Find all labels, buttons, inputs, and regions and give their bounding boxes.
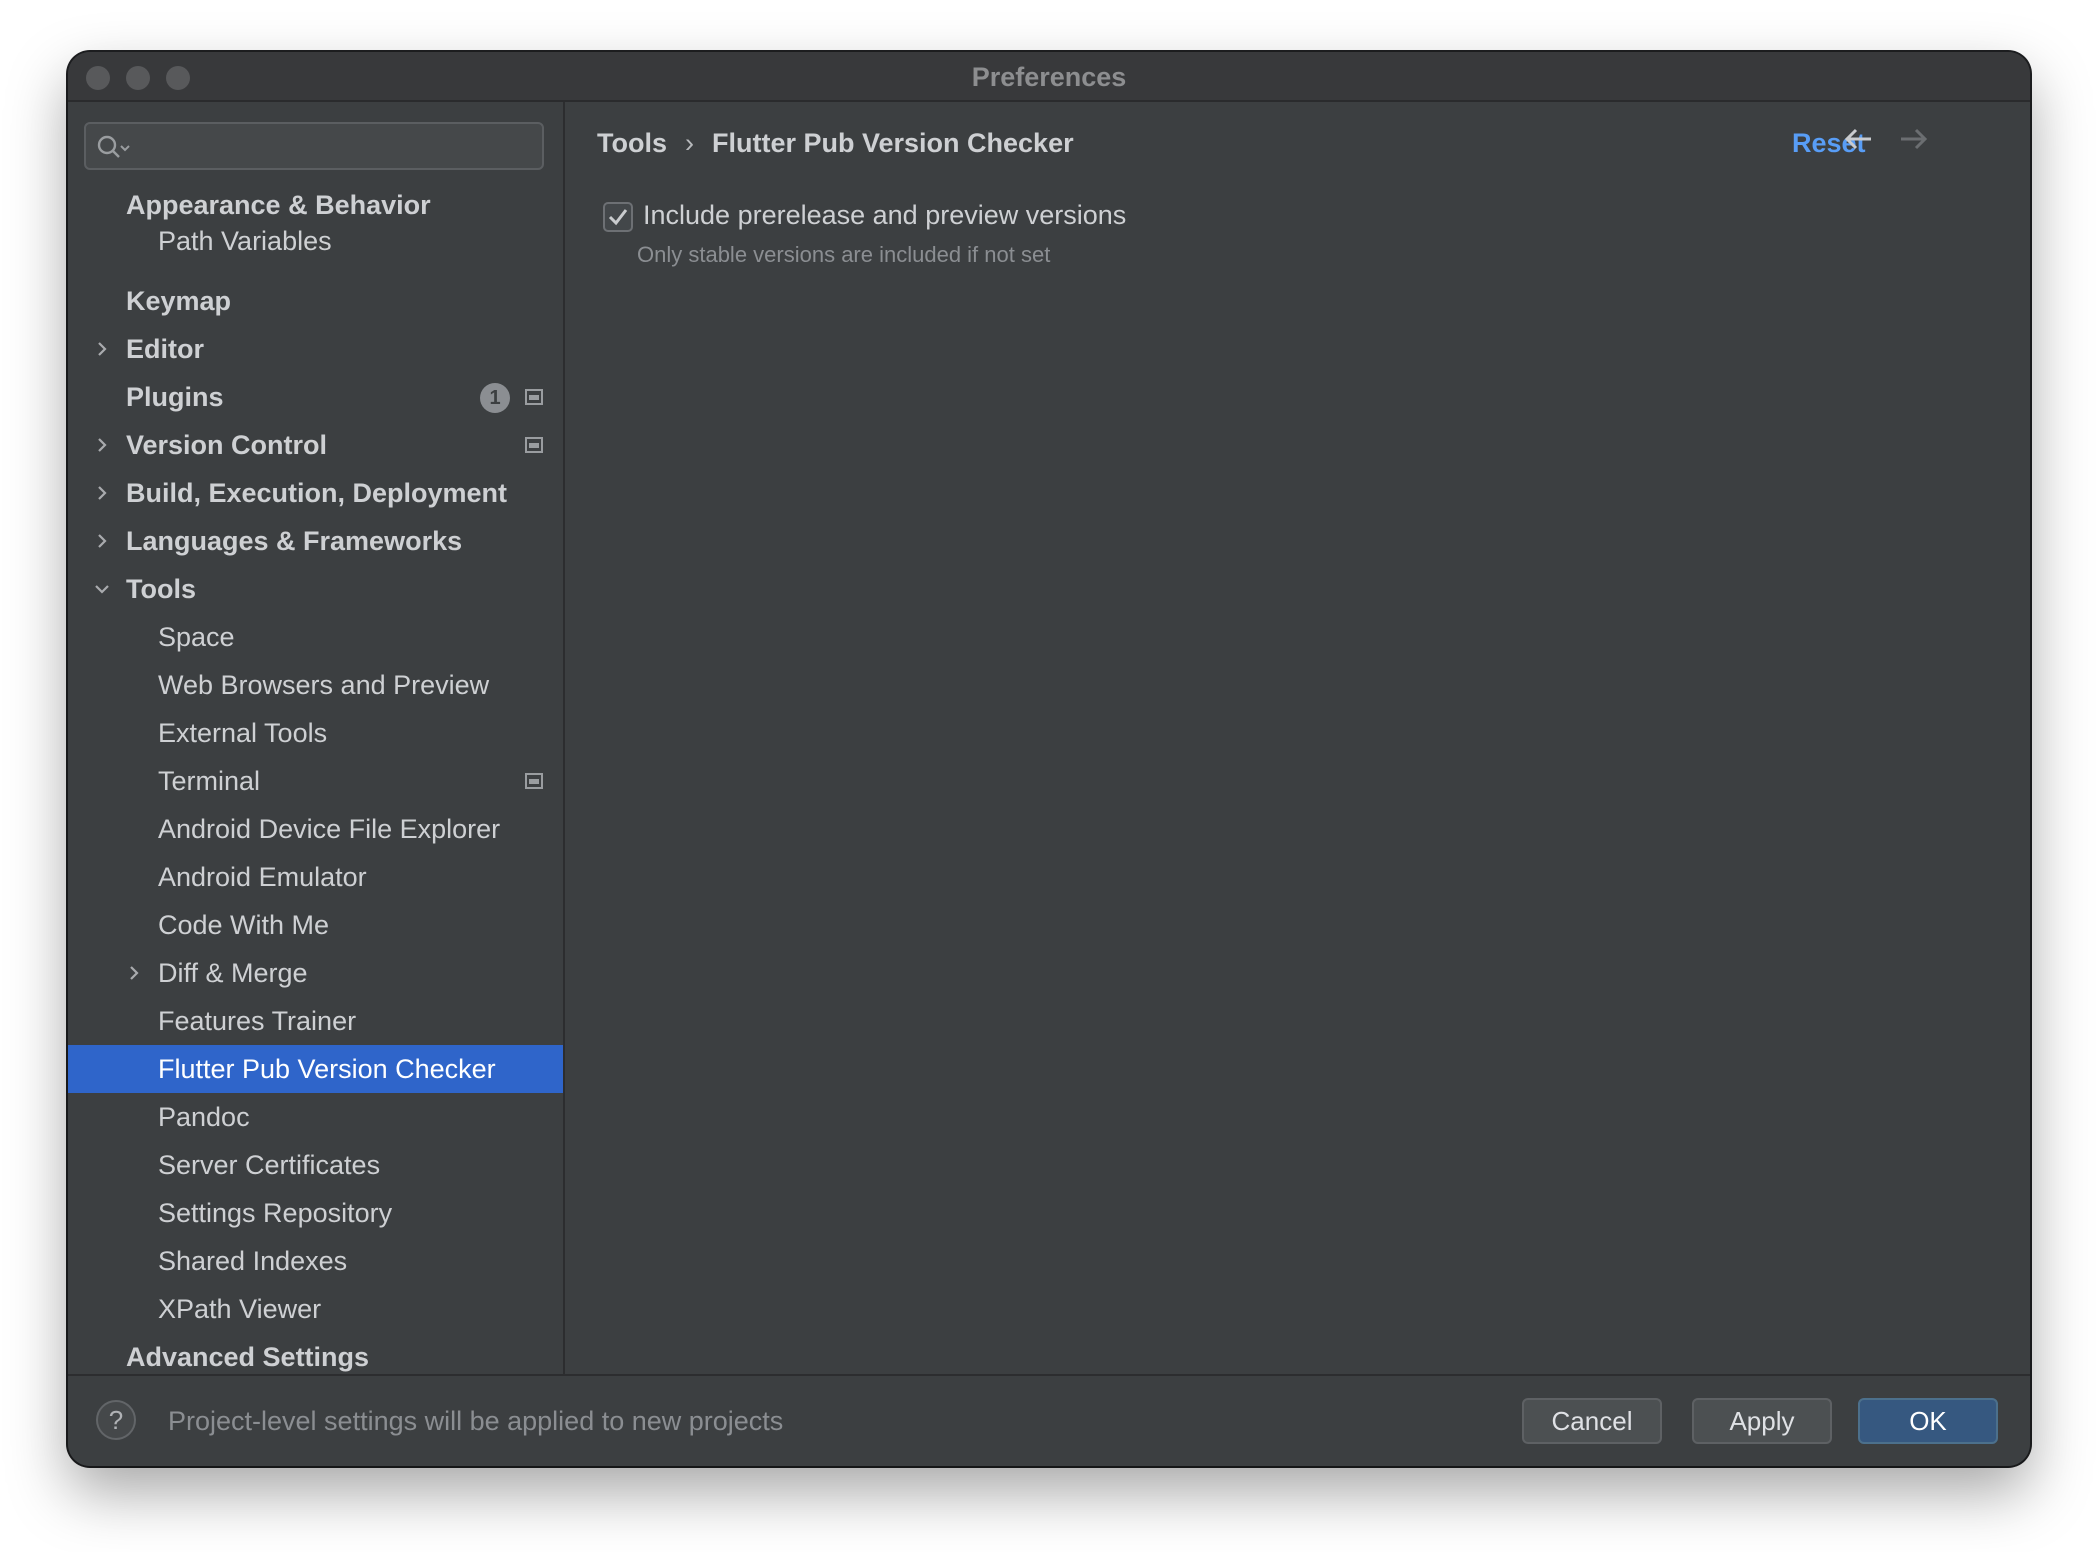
sidebar-item-label: Android Device File Explorer (158, 814, 501, 844)
sidebar-item-label: Tools (126, 574, 196, 604)
sidebar-item-web-browsers-and-preview[interactable]: Web Browsers and Preview (68, 661, 563, 709)
sidebar-item-editor[interactable]: Editor (68, 325, 563, 373)
apply-button[interactable]: Apply (1692, 1398, 1832, 1444)
sidebar-item-android-emulator[interactable]: Android Emulator (68, 853, 563, 901)
sidebar-item-pandoc[interactable]: Pandoc (68, 1093, 563, 1141)
checkmark-icon (608, 209, 628, 226)
preferences-window: Preferences Appearance & Behavior Path Va… (68, 52, 2030, 1466)
sidebar-item-label: Server Certificates (158, 1150, 381, 1180)
project-level-icon (525, 773, 543, 789)
sidebar-item-languages-and-frameworks[interactable]: Languages & Frameworks (68, 517, 563, 565)
sidebar-item-flutter-pub-version-checker[interactable]: Flutter Pub Version Checker (68, 1045, 563, 1093)
include-prerelease-hint: Only stable versions are included if not… (637, 242, 1051, 267)
sidebar-item-path-variables[interactable]: Path Variables (68, 217, 563, 265)
chevron-down-icon[interactable] (92, 579, 112, 599)
sidebar-item-android-device-file-explorer[interactable]: Android Device File Explorer (68, 805, 563, 853)
sidebar-item-code-with-me[interactable]: Code With Me (68, 901, 563, 949)
chevron-right-icon[interactable] (92, 483, 112, 503)
breadcrumb-separator: › (685, 128, 694, 158)
breadcrumb-current: Flutter Pub Version Checker (712, 128, 1074, 158)
sidebar-item-version-control[interactable]: Version Control (68, 421, 563, 469)
sidebar-item-label: Settings Repository (158, 1198, 393, 1228)
sidebar-item-keymap[interactable]: Keymap (68, 277, 563, 325)
title-bar: Preferences (68, 52, 2030, 102)
sidebar-item-features-trainer[interactable]: Features Trainer (68, 997, 563, 1045)
window-title: Preferences (971, 62, 1127, 92)
sidebar-item-plugins[interactable]: Plugins 1 (68, 373, 563, 421)
sidebar-item-label: Editor (126, 334, 204, 364)
update-count-badge: 1 (480, 383, 510, 413)
chevron-right-icon[interactable] (92, 339, 112, 359)
ok-button[interactable]: OK (1858, 1398, 1998, 1444)
sidebar-item-space[interactable]: Space (68, 613, 563, 661)
sidebar-item-label: Keymap (126, 286, 232, 316)
sidebar-item-label: Version Control (126, 430, 328, 460)
chevron-right-icon[interactable] (92, 531, 112, 551)
sidebar-item-label: Code With Me (158, 910, 330, 940)
sidebar-item-label: Path Variables (158, 226, 332, 256)
breadcrumb-tools[interactable]: Tools (597, 128, 667, 158)
sidebar-item-build-execution-deployment[interactable]: Build, Execution, Deployment (68, 469, 563, 517)
sidebar-item-settings-repository[interactable]: Settings Repository (68, 1189, 563, 1237)
sidebar-item-terminal[interactable]: Terminal (68, 757, 563, 805)
sidebar-item-label: Languages & Frameworks (126, 526, 463, 556)
help-button[interactable]: ? (96, 1400, 136, 1440)
sidebar-item-diff-and-merge[interactable]: Diff & Merge (68, 949, 563, 997)
sidebar-item-label: Shared Indexes (158, 1246, 348, 1276)
footer-message: Project-level settings will be applied t… (168, 1406, 784, 1436)
cancel-button[interactable]: Cancel (1522, 1398, 1662, 1444)
sidebar-item-label: Plugins (126, 382, 224, 412)
chevron-right-icon[interactable] (124, 963, 144, 983)
sidebar-item-label: Build, Execution, Deployment (126, 478, 508, 508)
sidebar-item-label: Space (158, 622, 235, 652)
sidebar-item-label: Terminal (158, 766, 261, 796)
include-prerelease-label[interactable]: Include prerelease and preview versions (643, 200, 1126, 231)
sidebar-item-shared-indexes[interactable]: Shared Indexes (68, 1237, 563, 1285)
arrow-right-icon[interactable] (1895, 124, 1931, 154)
sidebar-item-label: Web Browsers and Preview (158, 670, 490, 700)
sidebar-item-label: Flutter Pub Version Checker (158, 1054, 496, 1084)
sidebar-item-server-certificates[interactable]: Server Certificates (68, 1141, 563, 1189)
search-input[interactable] (84, 122, 544, 170)
arrow-left-icon[interactable] (1841, 124, 1877, 154)
project-level-icon (525, 389, 543, 405)
sidebar-item-label: Diff & Merge (158, 958, 308, 988)
sidebar-item-xpath-viewer[interactable]: XPath Viewer (68, 1285, 563, 1333)
breadcrumb: Tools › Flutter Pub Version Checker (597, 128, 1074, 159)
chevron-right-icon[interactable] (92, 435, 112, 455)
settings-sidebar: Appearance & Behavior Path Variables Keyma… (68, 102, 565, 1374)
search-icon (97, 135, 130, 158)
sidebar-item-label: XPath Viewer (158, 1294, 322, 1324)
sidebar-item-tools[interactable]: Tools (68, 565, 563, 613)
dialog-footer: ? Project-level settings will be applied… (68, 1374, 2030, 1466)
project-level-icon (525, 437, 543, 453)
include-prerelease-checkbox[interactable] (603, 202, 633, 232)
sidebar-item-label: Pandoc (158, 1102, 250, 1132)
sidebar-item-external-tools[interactable]: External Tools (68, 709, 563, 757)
sidebar-item-label: Android Emulator (158, 862, 367, 892)
sidebar-item-label: External Tools (158, 718, 328, 748)
sidebar-item-label: Features Trainer (158, 1006, 357, 1036)
settings-content: Tools › Flutter Pub Version Checker Reset … (565, 102, 2030, 1374)
